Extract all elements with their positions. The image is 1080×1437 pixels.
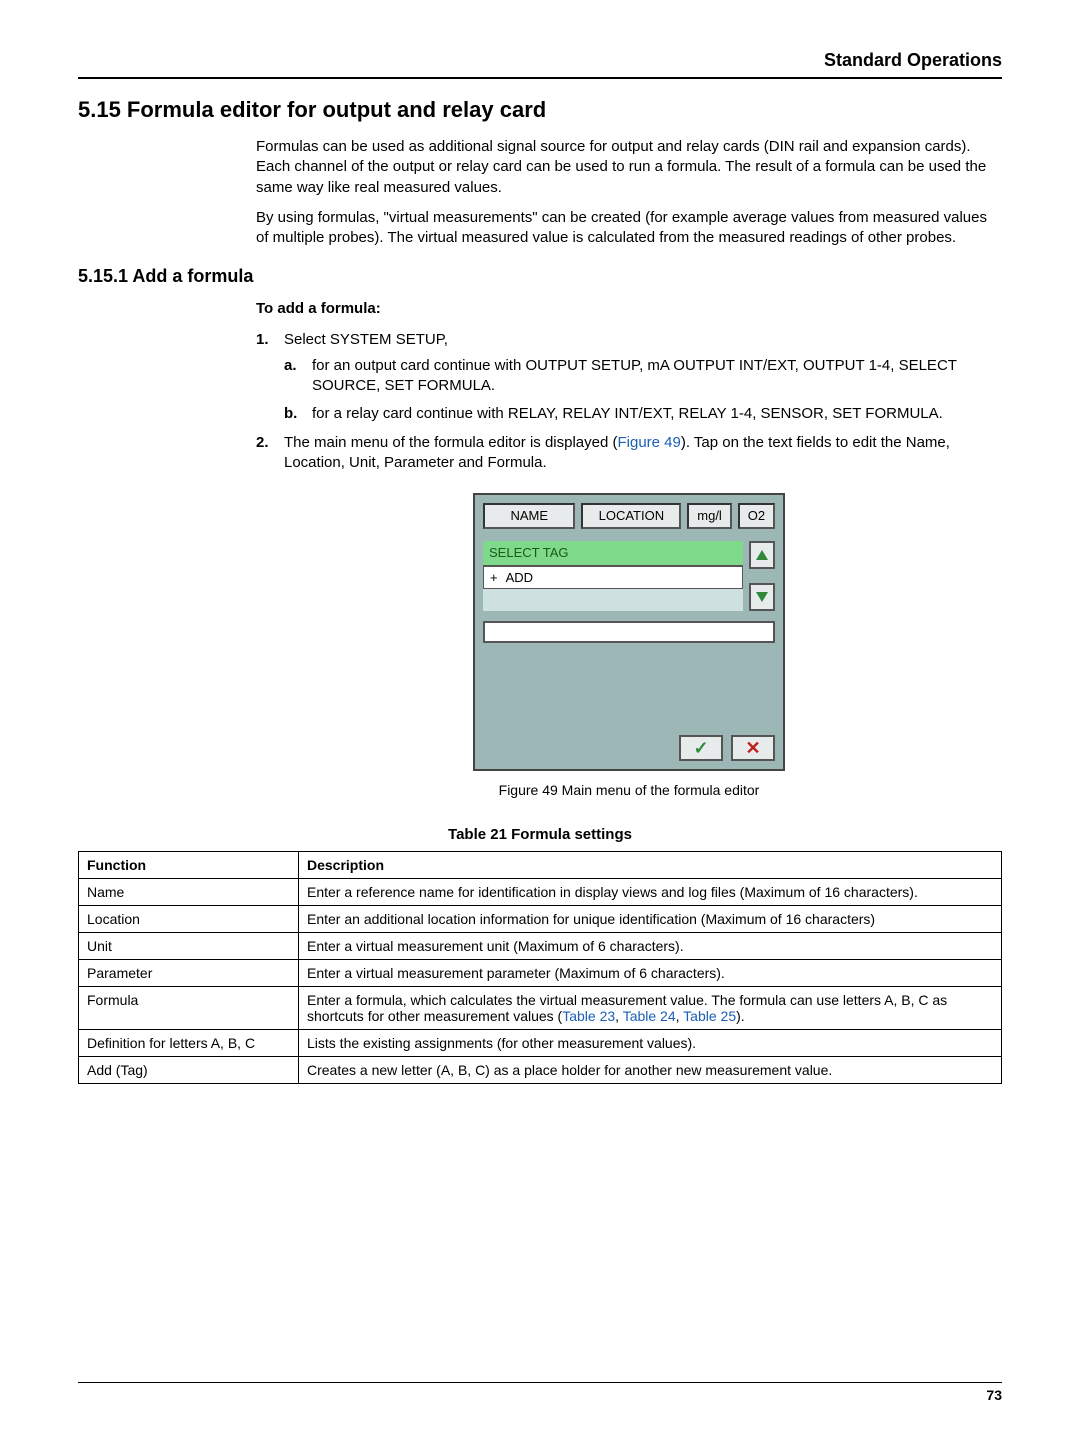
figure-49: NAME LOCATION mg/l O2 SELECT TAG + ADD — [473, 493, 785, 771]
step-2-marker: 2. — [256, 433, 269, 453]
table-25-ref[interactable]: Table 25 — [683, 1008, 736, 1024]
table-row: Formula Enter a formula, which calculate… — [79, 986, 1002, 1029]
step-1-text: Select SYSTEM SETUP, — [284, 331, 448, 348]
cell-desc: Enter a formula, which calculates the vi… — [299, 986, 1002, 1029]
cell-desc: Enter a reference name for identificatio… — [299, 878, 1002, 905]
confirm-button[interactable]: ✓ — [679, 735, 723, 761]
table-row: Add (Tag) Creates a new letter (A, B, C)… — [79, 1056, 1002, 1083]
table-row: Definition for letters A, B, C Lists the… — [79, 1029, 1002, 1056]
cell-desc: Lists the existing assignments (for othe… — [299, 1029, 1002, 1056]
cancel-button[interactable]: ✕ — [731, 735, 775, 761]
unit-field[interactable]: mg/l — [687, 503, 732, 529]
table-21-caption: Table 21 Formula settings — [78, 826, 1002, 843]
intro-paragraph-1: Formulas can be used as additional signa… — [256, 137, 1002, 198]
scroll-up-button[interactable] — [749, 541, 775, 569]
step-1a: a. for an output card continue with OUTP… — [284, 356, 1002, 397]
device-screen: NAME LOCATION mg/l O2 SELECT TAG + ADD — [473, 493, 785, 771]
cell-func: Parameter — [79, 959, 299, 986]
step-1-marker: 1. — [256, 330, 269, 350]
table-row: Parameter Enter a virtual measurement pa… — [79, 959, 1002, 986]
select-tag-banner: SELECT TAG — [483, 541, 743, 566]
add-tag-row[interactable]: + ADD — [483, 566, 743, 590]
arrow-up-icon — [756, 550, 768, 560]
intro-paragraph-2: By using formulas, "virtual measurements… — [256, 208, 1002, 249]
cell-func: Formula — [79, 986, 299, 1029]
step-1b-text: for a relay card continue with RELAY, RE… — [312, 405, 943, 422]
formula-input[interactable] — [483, 621, 775, 643]
cell-func: Location — [79, 905, 299, 932]
desc-text: ). — [736, 1008, 745, 1024]
procedure-lead: To add a formula: — [256, 299, 1002, 319]
close-icon: ✕ — [745, 736, 760, 760]
th-description: Description — [299, 851, 1002, 878]
page-number: 73 — [986, 1387, 1002, 1403]
cell-func: Add (Tag) — [79, 1056, 299, 1083]
step-1b-marker: b. — [284, 404, 297, 424]
figure-49-caption: Figure 49 Main menu of the formula edito… — [256, 781, 1002, 800]
table-row: Name Enter a reference name for identifi… — [79, 878, 1002, 905]
table-row: Unit Enter a virtual measurement unit (M… — [79, 932, 1002, 959]
step-1: 1. Select SYSTEM SETUP, a. for an output… — [256, 330, 1002, 425]
table-24-ref[interactable]: Table 24 — [623, 1008, 676, 1024]
table-23-ref[interactable]: Table 23 — [562, 1008, 615, 1024]
plus-icon: + — [490, 569, 498, 587]
location-field[interactable]: LOCATION — [581, 503, 681, 529]
figure-49-ref[interactable]: Figure 49 — [618, 434, 681, 451]
cell-desc: Enter a virtual measurement unit (Maximu… — [299, 932, 1002, 959]
cell-func: Definition for letters A, B, C — [79, 1029, 299, 1056]
check-icon: ✓ — [693, 736, 708, 760]
step-1a-text: for an output card continue with OUTPUT … — [312, 357, 957, 394]
subsection-heading: 5.15.1 Add a formula — [78, 266, 1002, 287]
scroll-down-button[interactable] — [749, 583, 775, 611]
tag-list: SELECT TAG + ADD — [483, 541, 743, 611]
cell-desc: Enter an additional location information… — [299, 905, 1002, 932]
table-row: Location Enter an additional location in… — [79, 905, 1002, 932]
section-heading: 5.15 Formula editor for output and relay… — [78, 97, 1002, 123]
cell-desc: Enter a virtual measurement parameter (M… — [299, 959, 1002, 986]
page-footer: 73 — [78, 1382, 1002, 1403]
sep: , — [615, 1008, 623, 1024]
arrow-down-icon — [756, 592, 768, 602]
th-function: Function — [79, 851, 299, 878]
procedure-list: 1. Select SYSTEM SETUP, a. for an output… — [256, 330, 1002, 474]
step-1b: b. for a relay card continue with RELAY,… — [284, 404, 1002, 424]
parameter-field[interactable]: O2 — [738, 503, 775, 529]
formula-settings-table: Function Description Name Enter a refere… — [78, 851, 1002, 1084]
step-1a-marker: a. — [284, 356, 297, 376]
cell-desc: Creates a new letter (A, B, C) as a plac… — [299, 1056, 1002, 1083]
cell-func: Name — [79, 878, 299, 905]
cell-func: Unit — [79, 932, 299, 959]
name-field[interactable]: NAME — [483, 503, 575, 529]
running-header: Standard Operations — [78, 50, 1002, 79]
step-2-text-before: The main menu of the formula editor is d… — [284, 434, 618, 451]
step-2: 2. The main menu of the formula editor i… — [256, 433, 1002, 474]
add-label: ADD — [506, 569, 533, 587]
